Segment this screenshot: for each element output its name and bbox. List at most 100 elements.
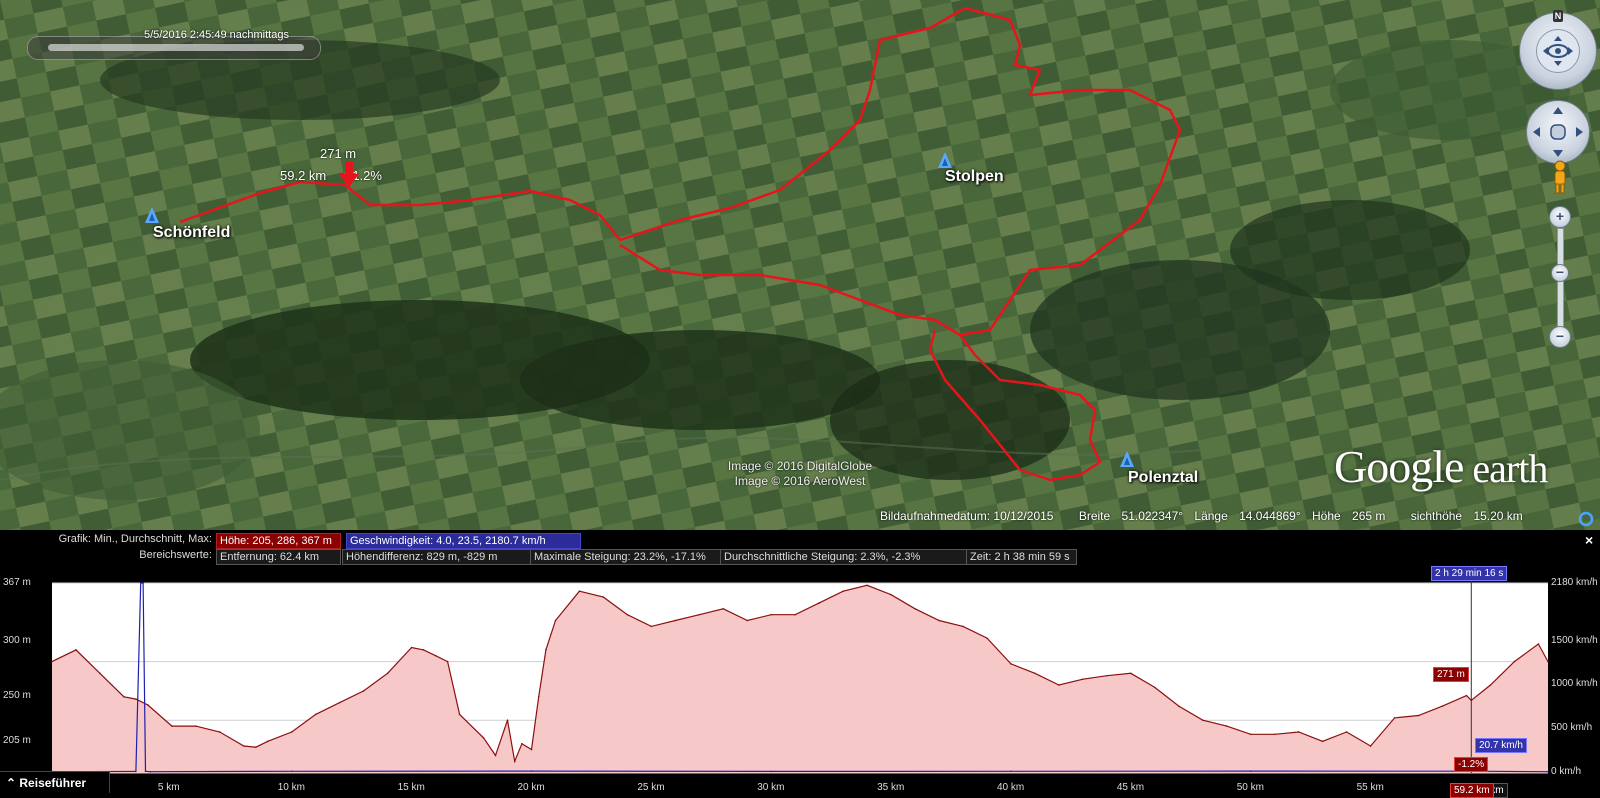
elevation-point — [530, 748, 533, 751]
y2-tick-label: 0 km/h — [1551, 766, 1582, 777]
google-earth-logo: Google earth — [1334, 440, 1548, 493]
elevation-point — [1513, 660, 1516, 663]
elevation-chart[interactable] — [0, 530, 1600, 794]
capture-date: Bildaufnahmedatum: 10/12/2015 — [880, 509, 1054, 523]
y2-tick-label: 500 km/h — [1551, 722, 1593, 733]
elevation-point — [254, 746, 257, 748]
logo-google-text: Google — [1334, 441, 1464, 492]
elevation-point — [1441, 705, 1444, 707]
status-bar: Bildaufnahmedatum: 10/12/2015 Breite 51.… — [880, 509, 1531, 523]
zoom-slider[interactable]: + − − — [1549, 206, 1571, 348]
zoom-thumb[interactable]: − — [1551, 264, 1569, 282]
x-tick-label: 30 km — [757, 782, 785, 793]
longitude-label: Länge — [1194, 509, 1228, 523]
speed-point — [770, 770, 773, 773]
cursor-distance-label: 59.2 km — [280, 168, 327, 183]
elevation-point — [746, 619, 749, 622]
elevation-point — [1297, 731, 1300, 733]
elevation-point — [494, 754, 497, 757]
elevation-point — [602, 596, 605, 598]
elevation-point — [521, 742, 523, 745]
place-label-schoenfeld[interactable]: Schönfeld — [153, 224, 230, 242]
longitude-value: 14.044869° — [1239, 509, 1301, 523]
x-tick-label: 45 km — [1116, 782, 1145, 793]
cursor-distance-tag: 59.2 km — [1450, 783, 1494, 798]
y-tick-label: 367 m — [3, 577, 31, 588]
elevation-point — [1465, 694, 1468, 697]
elevation-point — [422, 649, 425, 651]
place-label-stolpen[interactable]: Stolpen — [945, 168, 1004, 186]
elevation-point — [986, 637, 988, 639]
elevation-point — [1393, 717, 1396, 719]
zoom-in-button[interactable]: + — [1549, 206, 1571, 228]
elevation-point — [722, 608, 725, 610]
y2-tick-label: 1000 km/h — [1551, 678, 1598, 689]
elevation-point — [698, 613, 701, 616]
latitude-value: 51.022347° — [1121, 509, 1184, 523]
elevation-point — [99, 672, 101, 675]
travel-guide-button[interactable]: ⌃ Reiseführer — [0, 771, 110, 793]
elevation-point — [1034, 672, 1036, 675]
placemark-icon[interactable] — [145, 207, 159, 223]
speed-point — [144, 770, 147, 773]
x-tick-label: 15 km — [397, 782, 425, 793]
elevation-point — [1177, 705, 1180, 707]
speed-point — [149, 770, 152, 773]
travel-guide-label: Reiseführer — [19, 776, 87, 790]
hand-icon — [1533, 107, 1583, 157]
elevation-point — [578, 590, 581, 593]
elevation-point — [434, 654, 437, 657]
move-control[interactable] — [1526, 100, 1590, 164]
y-tick-label: 250 m — [3, 690, 31, 701]
map-view[interactable]: 5/5/2016 2:45:49 nachmittags Schönfeld S… — [0, 0, 1600, 530]
elevation-point — [135, 698, 137, 700]
elevation-point — [171, 725, 173, 727]
elevation-point — [938, 619, 940, 622]
x-tick-label: 25 km — [637, 782, 665, 793]
y2-tick-label: 1500 km/h — [1551, 635, 1598, 646]
x-tick-label: 50 km — [1236, 782, 1264, 793]
compass-north-label[interactable]: N — [1553, 10, 1563, 22]
eye-icon — [1543, 36, 1573, 66]
elevation-point — [410, 646, 413, 649]
place-label-polenztal[interactable]: Polenztal — [1128, 469, 1198, 487]
time-slider-track[interactable] — [48, 44, 304, 51]
elevation-point — [458, 713, 461, 716]
elevation-point — [51, 660, 53, 663]
look-joystick[interactable] — [1536, 29, 1580, 73]
elevation-point — [1537, 643, 1540, 645]
speed-point — [142, 582, 144, 584]
elevation-point — [1417, 714, 1420, 717]
elevation-point — [1369, 745, 1372, 747]
placemark-icon[interactable] — [938, 152, 952, 168]
elevation-point — [1010, 663, 1012, 665]
placemark-icon[interactable] — [1120, 451, 1134, 467]
elevation-point — [123, 695, 125, 698]
elevation-point — [650, 625, 653, 628]
elevation-value: 265 m — [1352, 509, 1386, 523]
elevation-point — [75, 649, 77, 651]
elevation-point — [1082, 678, 1084, 680]
speed-point — [1249, 770, 1252, 772]
elevation-point — [386, 672, 389, 675]
zoom-out-button[interactable]: − — [1549, 326, 1571, 348]
elevation-label: Höhe — [1311, 509, 1341, 523]
elevation-point — [1154, 686, 1156, 689]
pegman-icon[interactable] — [1550, 160, 1570, 194]
streaming-indicator-icon — [1578, 511, 1594, 527]
elevation-point — [242, 745, 245, 747]
speed-point — [1547, 770, 1549, 773]
cursor-speed-tag: 20.7 km/h — [1475, 738, 1527, 753]
cursor-time-label: 2 h 29 min 16 s — [1431, 566, 1508, 581]
attribution-line: Image © 2016 DigitalGlobe — [727, 459, 873, 473]
look-control[interactable]: N — [1519, 10, 1597, 90]
elevation-point — [513, 760, 516, 763]
elevation-point — [1345, 731, 1348, 733]
elevation-profile-panel[interactable]: Grafik: Min., Durchschnitt, Max: Höhe: 2… — [0, 530, 1600, 798]
x-tick-label: 35 km — [877, 782, 905, 793]
latitude-label: Breite — [1078, 509, 1111, 523]
elevation-point — [866, 584, 868, 587]
elevation-point — [1547, 660, 1549, 663]
x-tick-label: 40 km — [996, 782, 1025, 793]
elevation-point — [1201, 719, 1204, 722]
